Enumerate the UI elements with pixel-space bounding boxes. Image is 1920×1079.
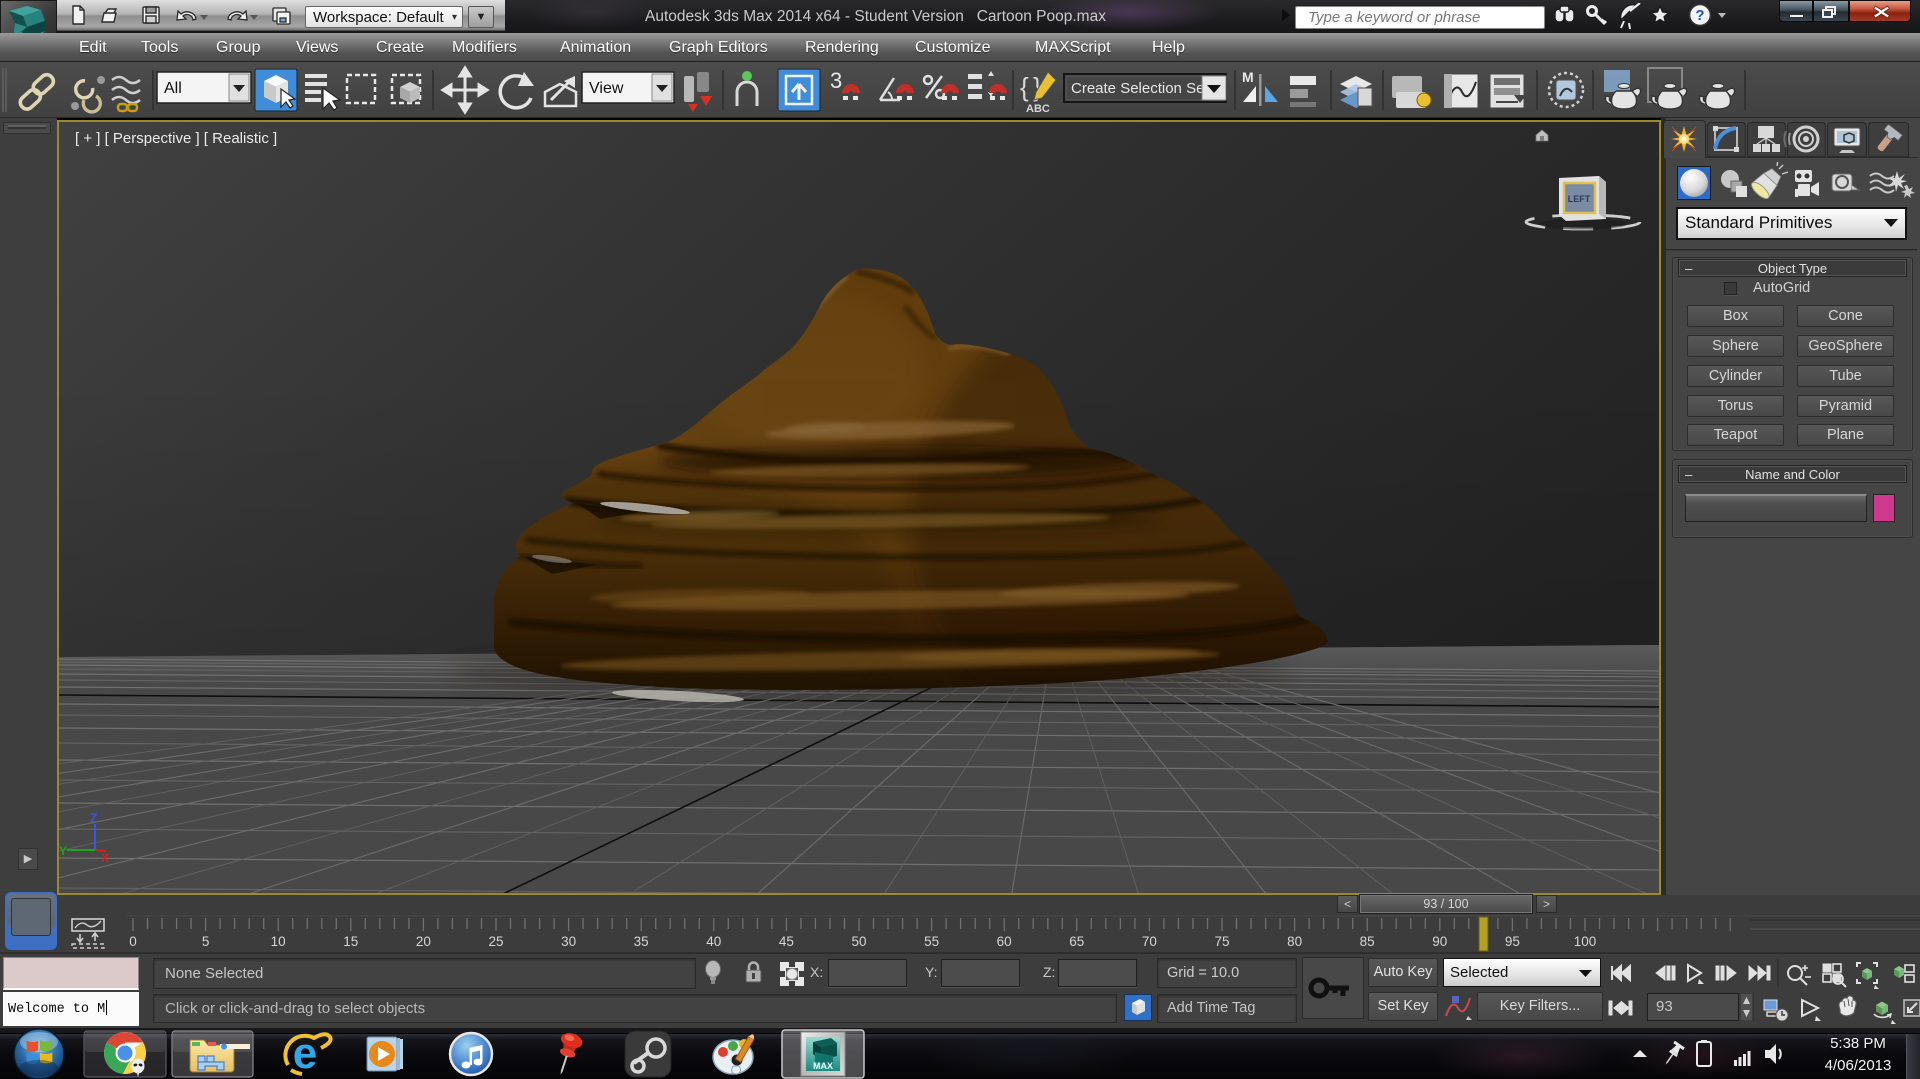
svg-text:MAX: MAX: [813, 1061, 833, 1071]
svg-text:ABC: ABC: [1026, 103, 1050, 115]
svg-text:25: 25: [488, 934, 503, 949]
svg-text:X: X: [101, 851, 109, 865]
svg-text:{: {: [1020, 72, 1029, 102]
svg-text:5: 5: [202, 934, 210, 949]
svg-text:95: 95: [1505, 934, 1520, 949]
svg-text:70: 70: [1142, 934, 1157, 949]
svg-text:M: M: [1242, 69, 1254, 85]
svg-text:90: 90: [1432, 934, 1447, 949]
svg-text:80: 80: [1287, 934, 1302, 949]
svg-text:60: 60: [997, 934, 1012, 949]
svg-text:Y: Y: [59, 844, 67, 858]
svg-text:All: All: [164, 80, 182, 97]
svg-text:[ + ] [ Perspective ] [ Realis: [ + ] [ Perspective ] [ Realistic ]: [75, 130, 277, 147]
svg-text:?: ?: [1695, 7, 1704, 24]
svg-text:10: 10: [271, 934, 286, 949]
svg-text:85: 85: [1360, 934, 1375, 949]
svg-text:40: 40: [706, 934, 721, 949]
svg-text:75: 75: [1214, 934, 1229, 949]
svg-text:100: 100: [1574, 934, 1597, 949]
svg-text:Z: Z: [90, 811, 97, 825]
svg-text:LEFT: LEFT: [1568, 194, 1591, 204]
svg-text:20: 20: [416, 934, 431, 949]
svg-text:35: 35: [634, 934, 649, 949]
svg-text:View: View: [589, 80, 624, 97]
svg-text:30: 30: [561, 934, 576, 949]
svg-text:15: 15: [343, 934, 358, 949]
svg-text:45: 45: [779, 934, 794, 949]
svg-text:65: 65: [1069, 934, 1084, 949]
svg-text:3: 3: [830, 68, 842, 93]
svg-text:0: 0: [129, 934, 137, 949]
svg-text:50: 50: [851, 934, 866, 949]
svg-text:55: 55: [924, 934, 939, 949]
svg-text:Create Selection Se: Create Selection Se: [1071, 80, 1204, 97]
